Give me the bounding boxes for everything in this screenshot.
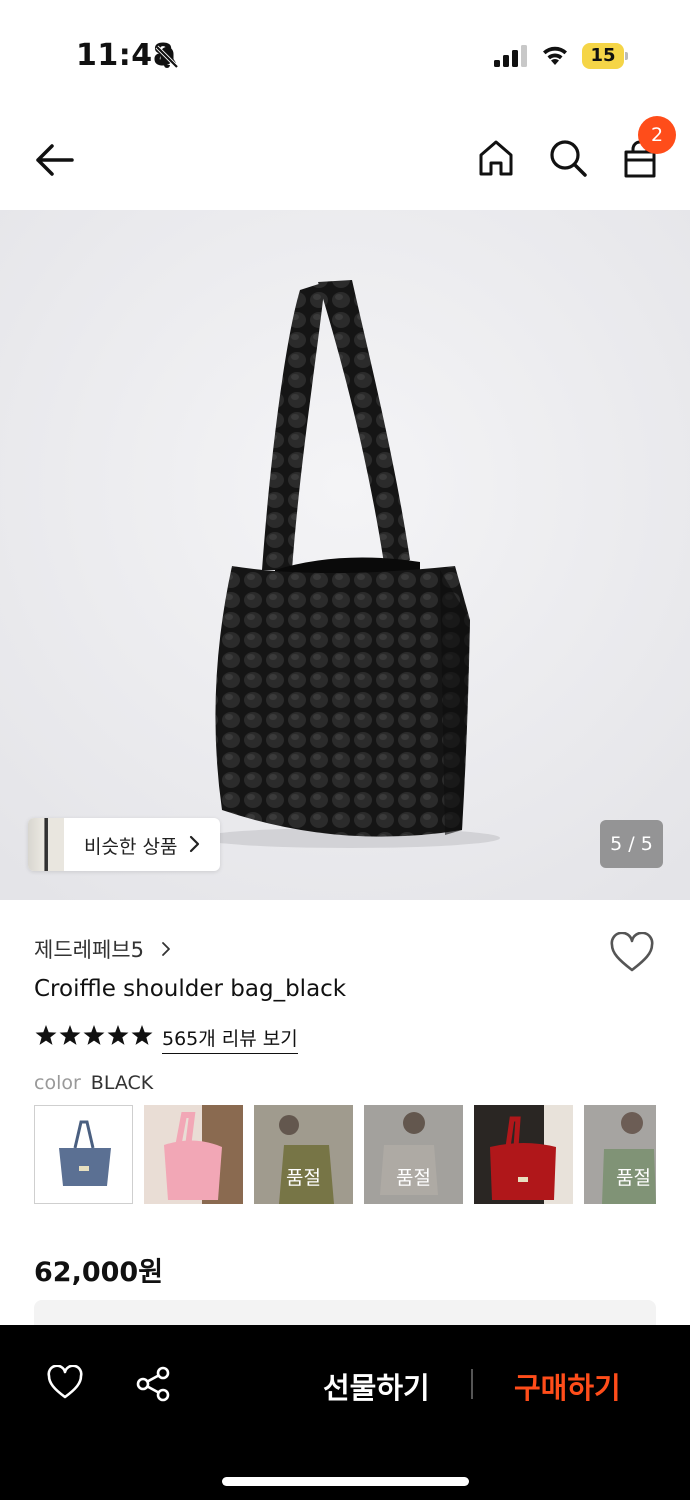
swatch-image <box>59 1120 111 1186</box>
similar-products-thumbnail <box>28 818 64 871</box>
swatch-image <box>164 1105 243 1204</box>
battery-level: 15 <box>590 45 616 66</box>
review-link[interactable]: 565개 리뷰 보기 <box>162 1024 298 1054</box>
color-swatch-list: 품절 품절 품절 <box>34 1105 656 1205</box>
similar-products-button[interactable]: 비슷한 상품 <box>28 818 220 871</box>
color-option-row: color BLACK <box>34 1072 153 1094</box>
star-icon <box>131 1025 153 1045</box>
chevron-right-icon <box>162 942 170 956</box>
cart-count-badge: 2 <box>638 116 676 154</box>
product-price: 62,000원 <box>34 1257 164 1288</box>
similar-products-label: 비슷한 상품 <box>84 836 178 858</box>
swatch-image <box>474 1105 573 1204</box>
sold-out-label: 품절 <box>286 1167 321 1189</box>
star-icon <box>35 1025 57 1045</box>
image-counter: 5 / 5 <box>600 820 663 868</box>
cellular-signal-icon <box>494 45 527 67</box>
color-swatch-pink[interactable] <box>144 1105 243 1204</box>
product-title: Croiffle shoulder bag_black <box>34 976 347 1002</box>
star-icon <box>107 1025 129 1045</box>
home-indicator <box>222 1477 469 1486</box>
color-swatch-cream[interactable]: 품절 <box>364 1105 463 1204</box>
star-icon <box>83 1025 105 1045</box>
status-bar: 11:48 15 <box>0 0 690 110</box>
star-icon <box>59 1025 81 1045</box>
heart-icon[interactable] <box>46 1365 84 1401</box>
color-swatch-green[interactable]: 품절 <box>584 1105 656 1204</box>
back-arrow-icon[interactable] <box>30 136 78 184</box>
star-rating <box>35 1025 153 1045</box>
share-icon[interactable] <box>134 1365 172 1403</box>
product-image-gallery[interactable] <box>0 210 690 900</box>
color-swatch-red[interactable] <box>474 1105 573 1204</box>
wishlist-heart-icon[interactable] <box>609 932 655 974</box>
app-header: 2 <box>0 110 690 210</box>
chevron-right-icon <box>189 835 200 853</box>
color-value: BLACK <box>90 1072 154 1094</box>
battery-indicator: 15 <box>582 43 628 69</box>
color-swatch-olive[interactable]: 품절 <box>254 1105 353 1204</box>
home-icon[interactable] <box>474 136 518 180</box>
buy-button[interactable]: 구매하기 <box>514 1365 621 1407</box>
gift-button[interactable]: 선물하기 <box>323 1365 430 1407</box>
product-photo <box>0 210 690 900</box>
color-swatch-blue[interactable] <box>34 1105 133 1204</box>
color-label: color <box>34 1072 81 1094</box>
search-icon[interactable] <box>546 136 590 180</box>
sold-out-label: 품절 <box>396 1167 431 1189</box>
bell-muted-icon <box>155 45 179 69</box>
divider <box>471 1369 473 1399</box>
sold-out-label: 품절 <box>616 1167 651 1189</box>
bottom-action-bar: 선물하기 구매하기 <box>0 1325 690 1500</box>
brand-name-link[interactable]: 제드레페브5 <box>34 934 144 964</box>
wifi-icon <box>543 46 567 65</box>
